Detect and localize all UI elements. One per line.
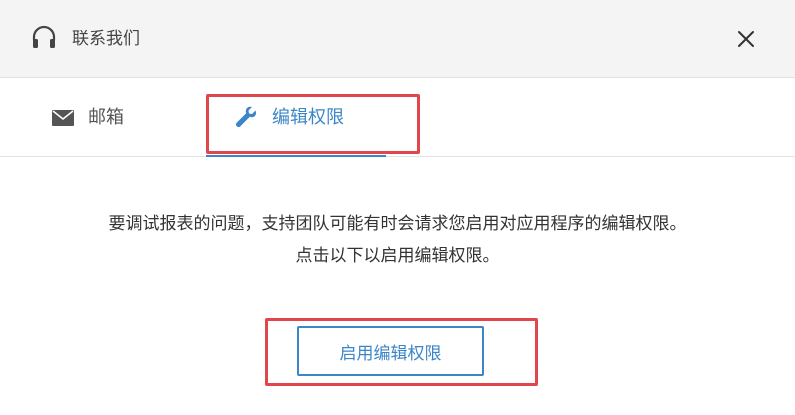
headset-icon xyxy=(32,25,56,48)
mail-icon xyxy=(52,110,74,126)
tab-edit-permission-label: 编辑权限 xyxy=(272,107,344,128)
info-message-line2: 点击以下以启用编辑权限。 xyxy=(295,246,500,266)
active-tab-indicator xyxy=(206,155,386,157)
info-message-line1: 要调试报表的问题，支持团队可能有时会请求您启用对应用程序的编辑权限。 xyxy=(108,214,687,234)
dialog-title: 联系我们 xyxy=(72,29,140,49)
enable-edit-permission-button[interactable]: 启用编辑权限 xyxy=(297,326,484,376)
dialog-header: 联系我们 xyxy=(0,0,795,78)
close-icon[interactable] xyxy=(733,26,759,52)
tab-bar: 邮箱 编辑权限 xyxy=(0,78,795,157)
wrench-icon xyxy=(235,106,257,128)
info-message: 要调试报表的问题，支持团队可能有时会请求您启用对应用程序的编辑权限。 点击以下以… xyxy=(0,208,795,272)
tab-mail-label: 邮箱 xyxy=(88,107,124,128)
tab-edit-permission[interactable]: 编辑权限 xyxy=(206,78,386,157)
contact-us-dialog: 联系我们 邮箱 编辑权限 要调试报表的问题，支持团队可能有时会请求您启用对应用程… xyxy=(0,0,795,415)
